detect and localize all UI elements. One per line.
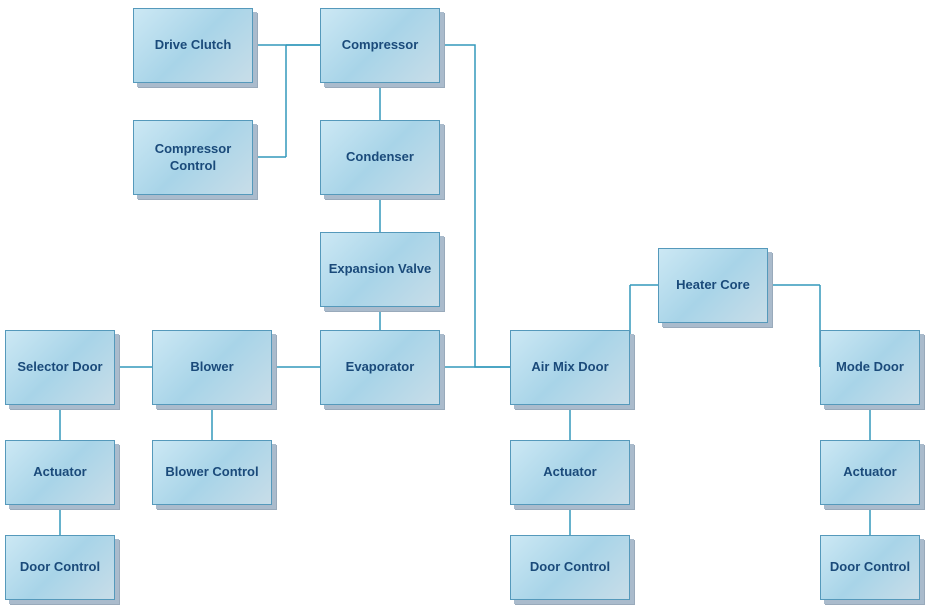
mode-door-box: Mode Door [820,330,920,405]
connections-svg [0,0,925,608]
heater-core-box: Heater Core [658,248,768,323]
blower-box: Blower [152,330,272,405]
blower-control-box: Blower Control [152,440,272,505]
door-control-2-box: Door Control [510,535,630,600]
evaporator-box: Evaporator [320,330,440,405]
door-control-3-box: Door Control [820,535,920,600]
compressor-box: Compressor [320,8,440,83]
air-mix-door-box: Air Mix Door [510,330,630,405]
condenser-box: Condenser [320,120,440,195]
selector-door-box: Selector Door [5,330,115,405]
expansion-valve-box: Expansion Valve [320,232,440,307]
diagram-container: Drive Clutch Compressor Compressor Contr… [0,0,925,608]
actuator-3-box: Actuator [820,440,920,505]
drive-clutch-box: Drive Clutch [133,8,253,83]
compressor-control-box: Compressor Control [133,120,253,195]
actuator-1-box: Actuator [5,440,115,505]
actuator-2-box: Actuator [510,440,630,505]
door-control-1-box: Door Control [5,535,115,600]
